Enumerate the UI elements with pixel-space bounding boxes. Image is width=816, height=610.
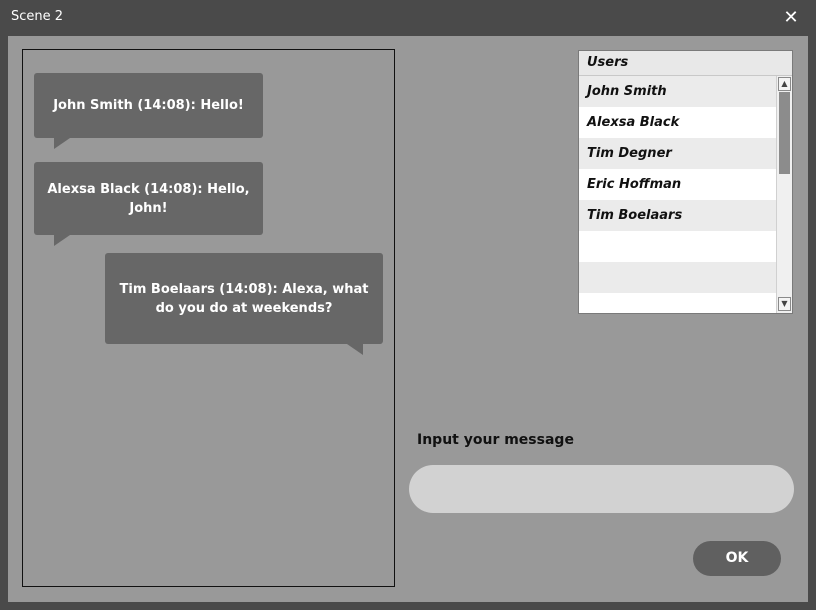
user-list-item[interactable]: Alexsa Black <box>579 107 776 138</box>
user-list-item[interactable]: Tim Boelaars <box>579 200 776 231</box>
window-title: Scene 2 <box>11 9 64 24</box>
empty-list-row <box>579 231 776 262</box>
users-list[interactable]: Users John Smith Alexsa Black Tim Degner… <box>578 50 793 314</box>
scroll-thumb[interactable] <box>779 92 790 174</box>
user-list-item[interactable]: John Smith <box>579 76 776 107</box>
scroll-down-icon[interactable]: ▼ <box>778 297 791 311</box>
message-bubble: Alexsa Black (14:08): Hello, John! <box>34 162 263 235</box>
empty-list-row <box>579 293 776 313</box>
message-input-label: Input your message <box>417 432 574 448</box>
message-bubble: Tim Boelaars (14:08): Alexa, what do you… <box>105 253 383 344</box>
bubble-tail <box>54 138 70 149</box>
users-scrollbar[interactable]: ▲ ▼ <box>776 76 792 313</box>
bubble-tail <box>54 235 70 246</box>
chat-panel: John Smith (14:08): Hello! Alexsa Black … <box>22 49 395 587</box>
app-window: Scene 2 ✕ John Smith (14:08): Hello! Ale… <box>0 0 816 610</box>
bubble-tail <box>347 344 363 355</box>
main-content: John Smith (14:08): Hello! Alexsa Black … <box>8 36 808 602</box>
title-bar: Scene 2 ✕ <box>0 0 816 36</box>
user-list-item[interactable]: Tim Degner <box>579 138 776 169</box>
user-list-item[interactable]: Eric Hoffman <box>579 169 776 200</box>
users-header[interactable]: Users <box>579 51 792 76</box>
message-text: John Smith (14:08): Hello! <box>53 98 244 113</box>
message-bubble: John Smith (14:08): Hello! <box>34 73 263 138</box>
message-input[interactable] <box>409 465 794 513</box>
message-text: Alexsa Black (14:08): Hello, John! <box>47 181 250 216</box>
ok-button[interactable]: OK <box>693 541 781 576</box>
message-text: Tim Boelaars (14:08): Alexa, what do you… <box>119 281 369 316</box>
scroll-up-icon[interactable]: ▲ <box>778 77 791 91</box>
empty-list-row <box>579 262 776 293</box>
close-icon[interactable]: ✕ <box>772 2 810 34</box>
